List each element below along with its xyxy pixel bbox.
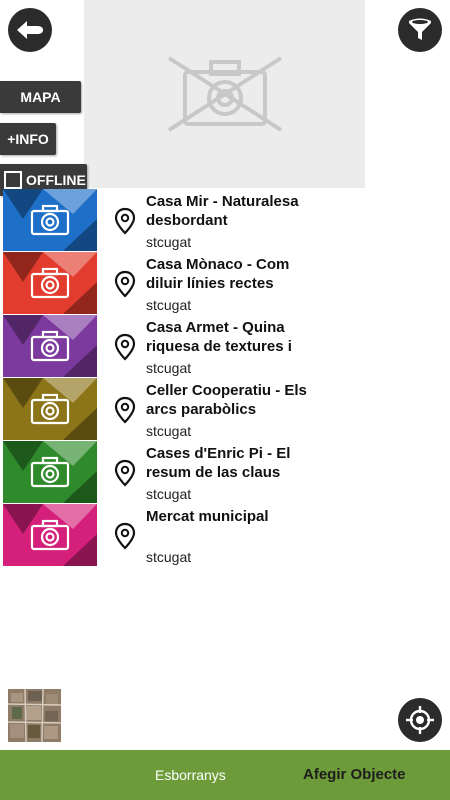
no-image-camera-icon: [167, 56, 282, 132]
item-title: Casa Mònaco - Com diluir línies rectes: [146, 256, 290, 292]
poi-list: Casa Mir - Naturalesa desbordant stcugat…: [0, 189, 450, 567]
item-subtitle: stcugat: [146, 423, 192, 439]
drafts-button[interactable]: Esborranys: [155, 767, 226, 783]
item-thumbnail: [3, 189, 97, 251]
offline-checkbox[interactable]: [4, 171, 22, 189]
location-pin-icon: [114, 396, 136, 424]
item-thumbnail: [3, 441, 97, 503]
item-subtitle: stcugat: [146, 234, 192, 250]
item-title: Mercat municipal: [146, 508, 269, 525]
item-subtitle: stcugat: [146, 486, 192, 502]
more-info-button-label: +INFO: [7, 131, 49, 147]
camera-icon: [30, 456, 70, 488]
crosshair-target-icon: [406, 706, 434, 734]
list-item[interactable]: Casa Armet - Quina riquesa de textures i…: [0, 315, 450, 378]
item-thumbnail: [3, 504, 97, 566]
camera-icon: [30, 204, 70, 236]
item-subtitle: stcugat: [146, 549, 192, 565]
item-title: Cases d'Enric Pi - El resum de las claus: [146, 445, 291, 481]
location-pin-icon: [114, 522, 136, 550]
camera-icon: [30, 519, 70, 551]
photo-placeholder: [84, 0, 365, 188]
more-info-button[interactable]: +INFO: [0, 123, 56, 155]
location-pin-icon: [114, 270, 136, 298]
list-item[interactable]: Casa Mir - Naturalesa desbordant stcugat: [0, 189, 450, 252]
map-button[interactable]: MAPA: [0, 81, 81, 113]
location-pin-icon: [114, 333, 136, 361]
locate-me-button[interactable]: [398, 698, 442, 742]
back-arrow-icon: [17, 21, 43, 39]
bottom-action-bar: Esborranys Afegir Objecte: [0, 750, 450, 800]
camera-icon: [30, 393, 70, 425]
map-thumbnail[interactable]: [8, 689, 61, 742]
item-thumbnail: [3, 378, 97, 440]
item-thumbnail: [3, 252, 97, 314]
location-pin-icon: [114, 207, 136, 235]
back-button[interactable]: [8, 8, 52, 52]
satellite-map-image: [8, 689, 61, 742]
item-title: Casa Armet - Quina riquesa de textures i: [146, 319, 292, 355]
list-item[interactable]: Mercat municipal stcugat: [0, 504, 450, 567]
item-subtitle: stcugat: [146, 360, 192, 376]
list-item[interactable]: Cases d'Enric Pi - El resum de las claus…: [0, 441, 450, 504]
add-object-button[interactable]: Afegir Objecte: [303, 766, 406, 783]
location-pin-icon: [114, 459, 136, 487]
item-title: Celler Cooperatiu - Els arcs parabòlics: [146, 382, 307, 418]
item-subtitle: stcugat: [146, 297, 192, 313]
camera-icon: [30, 267, 70, 299]
filter-funnel-icon: [409, 18, 431, 40]
offline-label: OFFLINE: [26, 172, 86, 188]
item-thumbnail: [3, 315, 97, 377]
list-item[interactable]: Celler Cooperatiu - Els arcs parabòlics …: [0, 378, 450, 441]
camera-icon: [30, 330, 70, 362]
map-button-label: MAPA: [20, 89, 61, 105]
list-item[interactable]: Casa Mònaco - Com diluir línies rectes s…: [0, 252, 450, 315]
item-title: Casa Mir - Naturalesa desbordant: [146, 193, 299, 229]
filter-button[interactable]: [398, 8, 442, 52]
